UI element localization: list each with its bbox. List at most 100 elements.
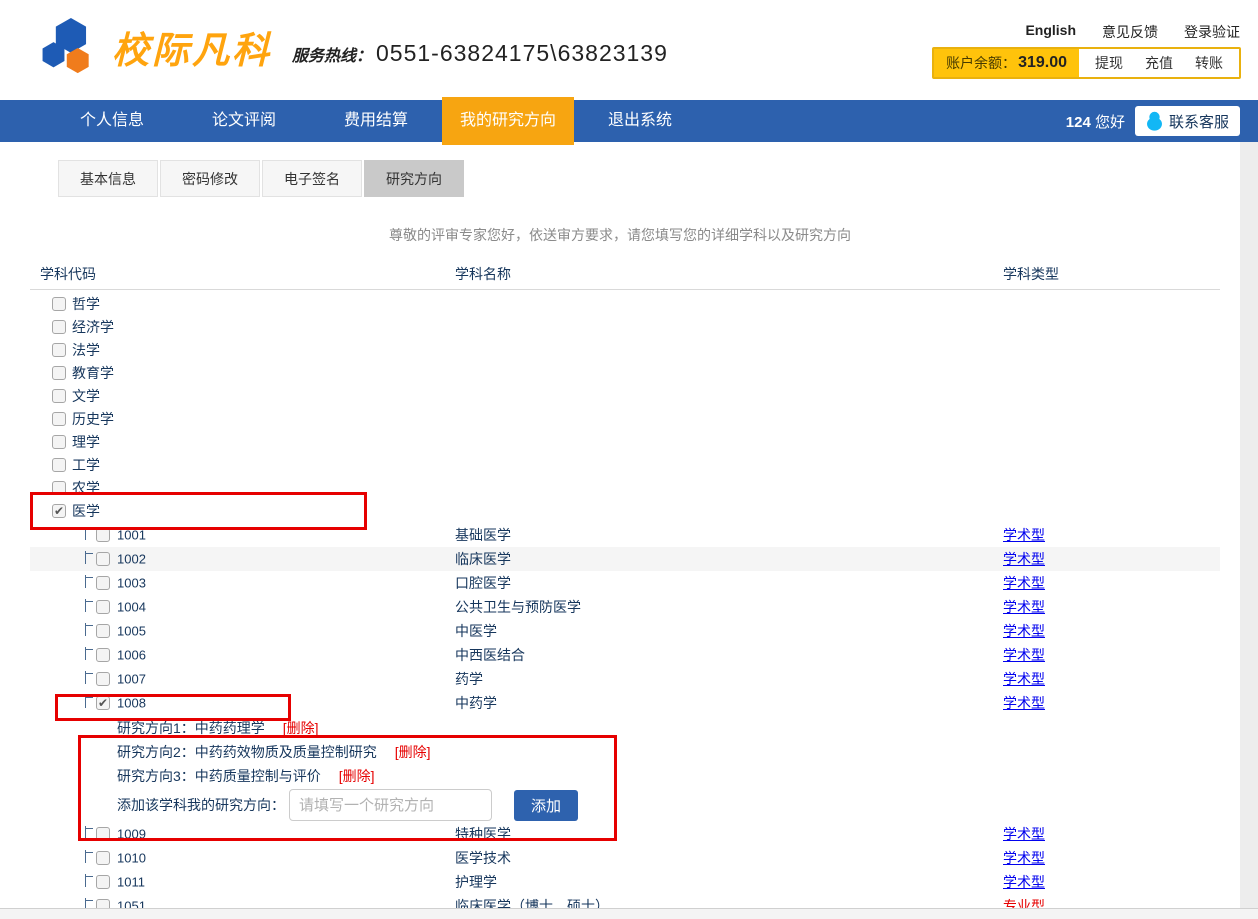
balance-actions: 提现 充值 转账 [1079, 49, 1239, 77]
subject-type-link[interactable]: 学术型 [1003, 549, 1045, 569]
tab-e-signature[interactable]: 电子签名 [262, 160, 362, 197]
checkbox-1002[interactable] [96, 552, 110, 566]
english-link[interactable]: English [1025, 22, 1076, 42]
checkbox-1005[interactable] [96, 624, 110, 638]
tree-branch-icon [85, 671, 93, 684]
subject-type-link[interactable]: 学术型 [1003, 597, 1045, 617]
nav-item-logout[interactable]: 退出系统 [574, 100, 706, 142]
nav-right: 124 您好 联系客服 [1066, 100, 1240, 142]
discipline-label: 文学 [72, 386, 100, 406]
subject-type-link[interactable]: 学术型 [1003, 645, 1045, 665]
checkbox-science[interactable] [52, 435, 66, 449]
subject-name: 药学 [455, 669, 483, 689]
discipline-row-law: 法学 [30, 338, 1220, 361]
tree-branch-icon [85, 575, 93, 588]
checkbox-education[interactable] [52, 366, 66, 380]
discipline-row-medicine: 医学 [30, 499, 1220, 522]
col-header-subject-type: 学科类型 [1003, 264, 1059, 284]
research-direction-row-3: 研究方向3：中药质量控制与评价 [删除] [117, 764, 375, 788]
recharge-link[interactable]: 充值 [1145, 53, 1173, 73]
checkbox-1007[interactable] [96, 672, 110, 686]
checkbox-law[interactable] [52, 343, 66, 357]
checkbox-1009[interactable] [96, 827, 110, 841]
discipline-label: 医学 [72, 501, 100, 521]
discipline-label: 农学 [72, 478, 100, 498]
col-header-subject-code: 学科代码 [40, 264, 96, 284]
checkbox-1001[interactable] [96, 528, 110, 542]
checkbox-1010[interactable] [96, 851, 110, 865]
user-greeting: 124 您好 [1066, 111, 1125, 132]
nav-item-paper-review[interactable]: 论文评阅 [178, 100, 310, 142]
logo: 校际凡科 [38, 16, 272, 78]
subject-type-link[interactable]: 学术型 [1003, 693, 1045, 713]
subdiscipline-row-1005: 1005 中医学 学术型 [30, 619, 1220, 643]
login-verify-link[interactable]: 登录验证 [1184, 22, 1240, 42]
balance-value: 319.00 [1018, 54, 1067, 72]
discipline-row-philosophy: 哲学 [30, 292, 1220, 315]
balance-label: 账户余额： [946, 53, 1016, 73]
subject-type-link[interactable]: 学术型 [1003, 525, 1045, 545]
tab-research-direction[interactable]: 研究方向 [364, 160, 464, 197]
checkbox-agronomy[interactable] [52, 481, 66, 495]
discipline-label: 工学 [72, 455, 100, 475]
tab-basic-info[interactable]: 基本信息 [58, 160, 158, 197]
subdiscipline-row-1004: 1004 公共卫生与预防医学 学术型 [30, 595, 1220, 619]
subject-type-link[interactable]: 学术型 [1003, 872, 1045, 892]
checkbox-1011[interactable] [96, 875, 110, 889]
checkbox-1003[interactable] [96, 576, 110, 590]
tree-branch-icon [85, 874, 93, 887]
nav-item-fee-settlement[interactable]: 费用结算 [310, 100, 442, 142]
footer-strip [0, 908, 1258, 919]
discipline-label: 教育学 [72, 363, 114, 383]
checkbox-literature[interactable] [52, 389, 66, 403]
tree-branch-icon [85, 599, 93, 612]
site-header: 校际凡科 服务热线： 0551-63824175\63823139 Englis… [0, 0, 1258, 100]
balance-display: 账户余额： 319.00 [934, 49, 1079, 77]
withdraw-link[interactable]: 提现 [1095, 53, 1123, 73]
delete-direction-3-link[interactable]: [删除] [339, 766, 375, 786]
subject-type-link[interactable]: 学术型 [1003, 824, 1045, 844]
checkbox-medicine[interactable] [52, 504, 66, 518]
checkbox-engineering[interactable] [52, 458, 66, 472]
checkbox-1008[interactable] [96, 696, 110, 710]
subject-name: 口腔医学 [455, 573, 511, 593]
subject-code: 1004 [117, 600, 146, 615]
research-direction-input[interactable] [289, 789, 492, 821]
right-gutter [1240, 142, 1258, 919]
contact-support-button[interactable]: 联系客服 [1135, 106, 1240, 136]
feedback-link[interactable]: 意见反馈 [1102, 22, 1158, 42]
table-header-row: 学科代码 学科名称 学科类型 [30, 260, 1220, 290]
subject-type-link[interactable]: 学术型 [1003, 621, 1045, 641]
research-direction-text: 研究方向1：中药药理学 [117, 718, 265, 738]
subject-type-link[interactable]: 学术型 [1003, 573, 1045, 593]
nav-item-my-research-direction[interactable]: 我的研究方向 [442, 97, 574, 145]
tab-change-password[interactable]: 密码修改 [160, 160, 260, 197]
subdiscipline-row-1011: 1011 护理学 学术型 [30, 870, 1220, 894]
subdiscipline-row-1006: 1006 中西医结合 学术型 [30, 643, 1220, 667]
discipline-row-literature: 文学 [30, 384, 1220, 407]
discipline-row-education: 教育学 [30, 361, 1220, 384]
discipline-label: 法学 [72, 340, 100, 360]
subject-code: 1006 [117, 648, 146, 663]
checkbox-1006[interactable] [96, 648, 110, 662]
checkbox-history[interactable] [52, 412, 66, 426]
checkbox-economics[interactable] [52, 320, 66, 334]
col-header-subject-name: 学科名称 [455, 264, 511, 284]
subject-name: 公共卫生与预防医学 [455, 597, 581, 617]
delete-direction-1-link[interactable]: [删除] [283, 718, 319, 738]
discipline-row-agronomy: 农学 [30, 476, 1220, 499]
checkbox-1004[interactable] [96, 600, 110, 614]
tree-branch-icon [85, 527, 93, 540]
main-nav: 个人信息 论文评阅 费用结算 我的研究方向 退出系统 124 您好 联系客服 [0, 100, 1258, 142]
checkbox-philosophy[interactable] [52, 297, 66, 311]
user-id: 124 [1066, 114, 1091, 131]
greeting-text: 您好 [1095, 114, 1125, 131]
nav-item-personal-info[interactable]: 个人信息 [46, 100, 178, 142]
transfer-link[interactable]: 转账 [1195, 53, 1223, 73]
subject-type-link[interactable]: 学术型 [1003, 848, 1045, 868]
subject-type-link[interactable]: 学术型 [1003, 669, 1045, 689]
research-direction-text: 研究方向3：中药质量控制与评价 [117, 766, 321, 786]
add-direction-button[interactable]: 添加 [514, 790, 578, 821]
delete-direction-2-link[interactable]: [删除] [395, 742, 431, 762]
subject-name: 基础医学 [455, 525, 511, 545]
